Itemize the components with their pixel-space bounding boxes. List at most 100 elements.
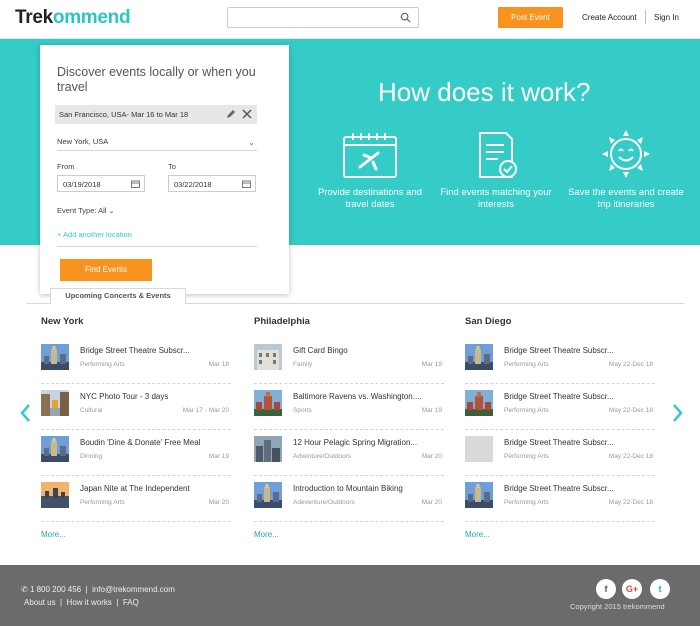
event-title[interactable]: Bridge Street Theatre Subscr... — [504, 392, 654, 401]
post-event-button[interactable]: Post Event — [498, 7, 563, 28]
event-title[interactable]: Japan Nite at The Independent — [80, 484, 230, 493]
header-divider — [645, 10, 646, 24]
footer-link-about[interactable]: About us — [24, 598, 56, 607]
event-type-dropdown[interactable]: Event Type: All ⌄ — [57, 206, 114, 215]
event-title[interactable]: Boudin 'Dine & Donate' Free Meal — [80, 438, 230, 447]
footer-email[interactable]: info@trekommend.com — [92, 585, 175, 594]
event-list-item[interactable]: NYC Photo Tour - 3 days Cultural Mar 17 - … — [41, 384, 231, 430]
more-link[interactable]: More... — [254, 530, 444, 539]
event-date: Mar 18 — [208, 361, 229, 368]
logo-part1: Trek — [15, 7, 53, 28]
event-title[interactable]: NYC Photo Tour - 3 days — [80, 392, 230, 401]
event-list-item[interactable]: Bridge Street Theatre Subscr... Performin… — [41, 338, 231, 384]
event-type-label: Event Type: All — [57, 206, 107, 215]
event-category: Performing Arts — [80, 361, 125, 368]
step-label: Provide destinations and travel dates — [317, 187, 423, 210]
event-category: Performing Arts — [504, 407, 549, 414]
event-title[interactable]: Bridge Street Theatre Subscr... — [80, 346, 230, 355]
event-list-item[interactable]: Boudin 'Dine & Donate' Free Meal Dinning M… — [41, 430, 231, 476]
more-link[interactable]: More... — [465, 530, 655, 539]
find-events-button[interactable]: Find Events — [60, 259, 152, 281]
event-thumbnail[interactable] — [254, 436, 282, 462]
search-box — [227, 7, 419, 28]
footer-link-faq[interactable]: FAQ — [123, 598, 139, 607]
city-column: New York Bridge Street Theatre Subscr... P… — [41, 316, 231, 539]
event-thumbnail[interactable] — [465, 482, 493, 508]
event-date: May 22-Dec 18 — [608, 361, 653, 368]
event-title[interactable]: Bridge Street Theatre Subscr... — [504, 438, 654, 447]
event-category: Adeventure/Outdoors — [293, 499, 355, 506]
sign-in-link[interactable]: Sign In — [654, 13, 679, 22]
search-card: Discover events locally or when you trav… — [40, 45, 289, 294]
step-label: Save the events and create trip itinerar… — [568, 187, 684, 210]
facebook-icon[interactable]: f — [596, 579, 616, 599]
event-date: May 22-Dec 18 — [608, 407, 653, 414]
phone-icon: ✆ — [21, 585, 28, 594]
event-thumbnail[interactable] — [465, 390, 493, 416]
event-date: Mar 17 - Mar 20 — [182, 407, 229, 414]
footer: ✆ 1 800 200 456 | info@trekommend.com Ab… — [0, 565, 700, 626]
event-category: Performing Arts — [504, 453, 549, 460]
to-date-field[interactable]: 03/22/2018 — [168, 175, 256, 192]
event-thumbnail[interactable] — [41, 482, 69, 508]
search-card-heading: Discover events locally or when you trav… — [57, 65, 256, 94]
event-thumbnail[interactable] — [465, 344, 493, 370]
event-thumbnail[interactable] — [254, 390, 282, 416]
document-check-icon — [479, 132, 517, 178]
event-list-item[interactable]: Bridge Street Theatre Subscr... Performin… — [465, 338, 655, 384]
event-category: Performing Arts — [504, 361, 549, 368]
event-title[interactable]: Bridge Street Theatre Subscr... — [504, 346, 654, 355]
event-thumbnail[interactable] — [465, 436, 493, 462]
event-thumbnail[interactable] — [41, 390, 69, 416]
add-location-link[interactable]: + Add another location — [57, 230, 132, 239]
event-thumbnail[interactable] — [41, 344, 69, 370]
event-category: Family — [293, 361, 313, 368]
step-find-events: Find events matching your interests — [436, 131, 556, 211]
create-account-link[interactable]: Create Account — [582, 13, 637, 22]
event-title[interactable]: 12 Hour Pelagic Spring Migration... — [293, 438, 443, 447]
event-list-item[interactable]: Bridge Street Theatre Subscr... Performin… — [465, 384, 655, 430]
event-list-item[interactable]: Bridge Street Theatre Subscr... Performin… — [465, 430, 655, 476]
tab-upcoming-events[interactable]: Upcoming Concerts & Events — [50, 288, 186, 304]
event-list-item[interactable]: Gift Card Bingo Family Mar 19 — [254, 338, 444, 384]
location-select[interactable]: New York, USA ⌄ — [57, 137, 257, 151]
search-input[interactable] — [228, 9, 396, 28]
to-date-value: 03/22/2018 — [174, 180, 212, 189]
event-thumbnail[interactable] — [254, 344, 282, 370]
from-date-field[interactable]: 03/19/2018 — [57, 175, 145, 192]
active-trip-chip[interactable]: San Francisco, USA- Mar 16 to Mar 18 — [55, 105, 257, 124]
event-category: Adventure/Outdoors — [293, 453, 352, 460]
close-icon[interactable] — [242, 109, 252, 119]
event-thumbnail[interactable] — [254, 482, 282, 508]
twitter-icon[interactable]: t — [650, 579, 670, 599]
calendar-icon[interactable] — [131, 180, 140, 188]
event-category: Performing Arts — [504, 499, 549, 506]
event-list-item[interactable]: Japan Nite at The Independent Performing … — [41, 476, 231, 522]
event-list-item[interactable]: Baltimore Ravens vs. Washington.... Sport… — [254, 384, 444, 430]
event-title[interactable]: Baltimore Ravens vs. Washington.... — [293, 392, 443, 401]
to-label: To — [168, 162, 176, 171]
arrow-left-icon[interactable] — [19, 403, 31, 423]
footer-link-how[interactable]: How it works — [67, 598, 112, 607]
event-date: May 22-Dec 18 — [608, 453, 653, 460]
google-plus-icon[interactable]: G+ — [622, 579, 642, 599]
calendar-icon[interactable] — [242, 180, 251, 188]
more-link[interactable]: More... — [41, 530, 231, 539]
from-label: From — [57, 162, 75, 171]
event-list-item[interactable]: Introduction to Mountain Biking Adeventur… — [254, 476, 444, 522]
step-save-events: Save the events and create trip itinerar… — [566, 127, 686, 211]
event-date: Mar 19 — [421, 361, 442, 368]
logo[interactable]: Trekommend — [15, 7, 131, 29]
smiling-sun-icon — [602, 130, 650, 178]
search-icon[interactable] — [400, 12, 411, 23]
event-category: Sports — [293, 407, 312, 414]
pencil-icon[interactable] — [226, 109, 236, 119]
event-list-item[interactable]: Bridge Street Theatre Subscr... Performin… — [465, 476, 655, 522]
event-title[interactable]: Bridge Street Theatre Subscr... — [504, 484, 654, 493]
event-list-item[interactable]: 12 Hour Pelagic Spring Migration... Adven… — [254, 430, 444, 476]
event-thumbnail[interactable] — [41, 436, 69, 462]
arrow-right-icon[interactable] — [672, 403, 684, 423]
event-title[interactable]: Introduction to Mountain Biking — [293, 484, 443, 493]
event-title[interactable]: Gift Card Bingo — [293, 346, 443, 355]
footer-phone: 1 800 200 456 — [29, 585, 82, 594]
